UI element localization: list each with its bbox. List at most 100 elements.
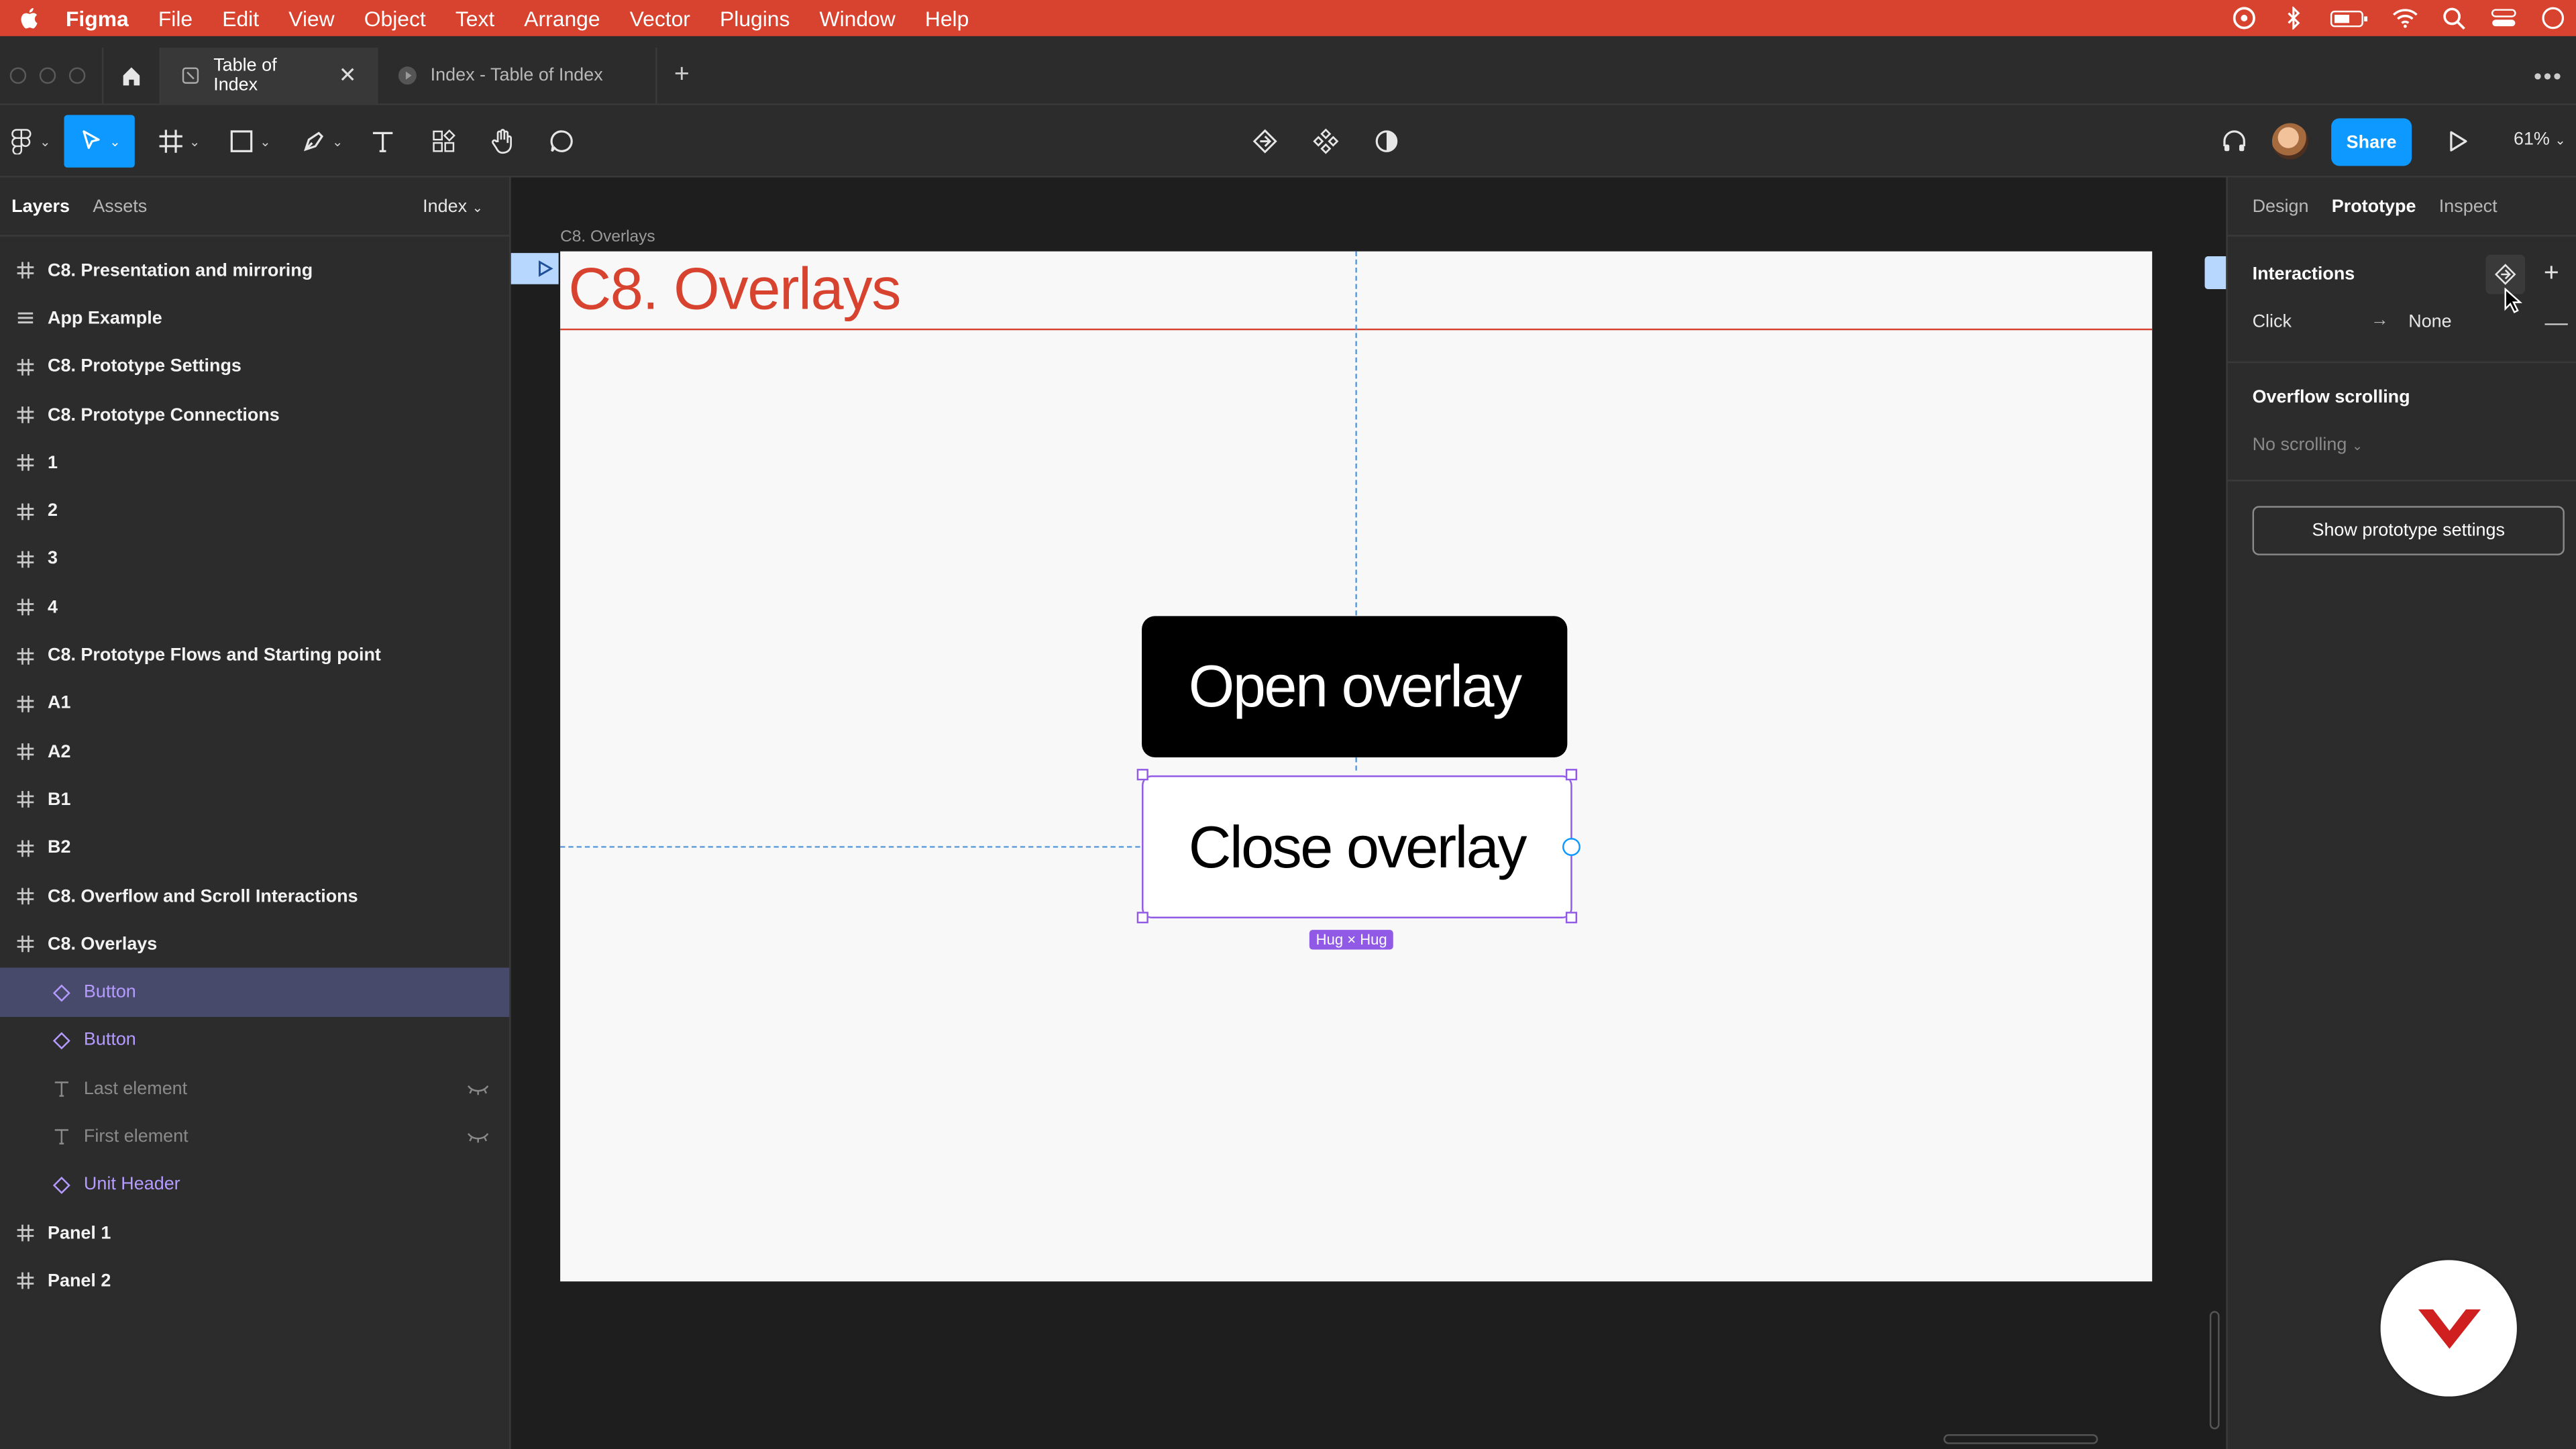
layer-row[interactable]: App Example	[0, 294, 509, 343]
audio-button[interactable]	[2216, 115, 2253, 167]
interaction-trigger[interactable]: Click	[2253, 312, 2292, 331]
layer-label: Panel 1	[48, 1223, 111, 1243]
layer-row[interactable]: C8. Prototype Settings	[0, 343, 509, 391]
battery-icon[interactable]	[2330, 7, 2369, 30]
wifi-icon[interactable]	[2392, 7, 2418, 30]
layer-row[interactable]: C8. Overflow and Scroll Interactions	[0, 872, 509, 920]
canvas[interactable]: C8. Overlays C8. Overlays Open overlay C…	[511, 177, 2226, 1449]
layer-row[interactable]: 2	[0, 487, 509, 535]
tab-prototype[interactable]: Prototype	[2332, 197, 2416, 216]
comment-tool-button[interactable]	[544, 115, 580, 167]
hand-tool-button[interactable]	[484, 115, 521, 167]
layer-row[interactable]: Last element	[0, 1065, 509, 1113]
close-window-button[interactable]	[9, 67, 27, 84]
tab-table-of-index[interactable]: Table of Index ✕	[161, 46, 378, 105]
layer-row[interactable]: C8. Prototype Flows and Starting point	[0, 631, 509, 680]
frame-heading[interactable]: C8. Overlays	[568, 255, 901, 324]
prototype-connection-handle[interactable]	[1562, 837, 1580, 856]
layer-row[interactable]: B2	[0, 824, 509, 872]
control-center-icon[interactable]	[2491, 7, 2517, 30]
avatar[interactable]	[2271, 123, 2308, 160]
frame-tool-button[interactable]: ⌄	[153, 115, 205, 167]
minimize-window-button[interactable]	[39, 67, 56, 84]
frame-label[interactable]: C8. Overlays	[560, 228, 655, 246]
main-menu-button[interactable]: ⌄	[7, 115, 53, 167]
hidden-eye-icon[interactable]	[467, 1081, 490, 1095]
prototype-play-icon	[398, 66, 417, 85]
component-instance-icon	[49, 1029, 72, 1052]
layer-row[interactable]: B1	[0, 776, 509, 824]
layer-row[interactable]: 3	[0, 535, 509, 584]
show-prototype-settings-button[interactable]: Show prototype settings	[2252, 506, 2565, 555]
apple-icon[interactable]	[16, 5, 42, 31]
interaction-action[interactable]: None	[2408, 312, 2451, 331]
menu-object[interactable]: Object	[364, 6, 426, 31]
share-button[interactable]: Share	[2331, 118, 2412, 166]
layer-row[interactable]: C8. Overlays	[0, 920, 509, 969]
menu-text[interactable]: Text	[455, 6, 494, 31]
theme-toggle-button[interactable]	[1368, 115, 1405, 167]
home-button[interactable]	[101, 46, 162, 105]
layer-row[interactable]: Unit Header	[0, 1161, 509, 1210]
menu-edit[interactable]: Edit	[222, 6, 259, 31]
layer-row[interactable]: A2	[0, 728, 509, 776]
layer-row[interactable]: Button	[0, 1016, 509, 1065]
pen-tool-button[interactable]: ⌄	[296, 115, 348, 167]
tab-index-table-of-index[interactable]: Index - Table of Index	[378, 46, 657, 105]
tab-assets[interactable]: Assets	[93, 197, 147, 216]
menu-arrange[interactable]: Arrange	[524, 6, 600, 31]
tab-inspect[interactable]: Inspect	[2439, 197, 2498, 216]
overflow-dropdown[interactable]: No scrolling ⌄	[2253, 435, 2363, 455]
tab-design[interactable]: Design	[2253, 197, 2309, 216]
resize-handle-bottom-right[interactable]	[1565, 912, 1578, 924]
remove-interaction-icon[interactable]: —	[2545, 309, 2568, 335]
zoom-window-button[interactable]	[68, 67, 86, 84]
text-tool-button[interactable]	[365, 115, 401, 167]
resize-handle-bottom-left[interactable]	[1136, 912, 1148, 924]
layer-row[interactable]: A1	[0, 680, 509, 728]
layer-row[interactable]: 4	[0, 584, 509, 632]
prototype-link-button[interactable]	[1247, 115, 1283, 167]
open-overlay-button[interactable]: Open overlay	[1142, 616, 1568, 757]
menu-help[interactable]: Help	[925, 6, 969, 31]
shape-tool-button[interactable]: ⌄	[223, 115, 276, 167]
flow-starting-point[interactable]	[511, 253, 559, 284]
zoom-dropdown[interactable]: 61% ⌄	[2514, 129, 2566, 149]
menu-figma[interactable]: Figma	[66, 6, 129, 31]
close-overlay-button[interactable]: Close overlay	[1142, 775, 1572, 918]
layer-row[interactable]: C8. Presentation and mirroring	[0, 246, 509, 294]
rectangle-icon	[231, 130, 253, 152]
resize-handle-top-right[interactable]	[1565, 769, 1578, 781]
resources-tool-button[interactable]	[425, 115, 462, 167]
offscreen-frame-marker[interactable]	[2204, 256, 2226, 290]
vertical-scrollbar[interactable]	[2209, 1311, 2220, 1430]
menu-window[interactable]: Window	[820, 6, 896, 31]
present-button[interactable]	[2440, 115, 2476, 167]
spotlight-icon[interactable]	[2441, 7, 2467, 30]
new-tab-button[interactable]: +	[657, 61, 706, 91]
resize-handle-top-left[interactable]	[1136, 769, 1148, 781]
layer-row[interactable]: Button	[0, 968, 510, 1017]
menu-view[interactable]: View	[288, 6, 334, 31]
tab-layers[interactable]: Layers	[11, 197, 70, 216]
more-options-icon[interactable]: •••	[2534, 62, 2563, 89]
menu-vector[interactable]: Vector	[630, 6, 690, 31]
components-button[interactable]	[1307, 115, 1344, 167]
layer-row[interactable]: First element	[0, 1113, 509, 1161]
layer-row[interactable]: Panel 1	[0, 1209, 509, 1257]
menu-plugins[interactable]: Plugins	[720, 6, 790, 31]
interaction-row[interactable]: Click → None —	[2253, 309, 2568, 335]
bluetooth-icon[interactable]	[2280, 6, 2306, 30]
siri-icon[interactable]	[2540, 7, 2566, 30]
creative-cloud-icon[interactable]	[2231, 7, 2257, 30]
page-selector[interactable]: Index ⌄	[423, 197, 483, 217]
menu-file[interactable]: File	[158, 6, 193, 31]
layer-row[interactable]: Panel 2	[0, 1257, 509, 1305]
close-tab-icon[interactable]: ✕	[339, 62, 357, 89]
horizontal-scrollbar[interactable]	[1943, 1434, 2098, 1444]
layer-row[interactable]: C8. Prototype Connections	[0, 391, 509, 439]
add-interaction-button[interactable]: +	[2532, 255, 2571, 294]
move-tool-button[interactable]: ⌄	[64, 115, 135, 168]
hidden-eye-icon[interactable]	[467, 1129, 490, 1144]
layer-row[interactable]: 1	[0, 439, 509, 487]
